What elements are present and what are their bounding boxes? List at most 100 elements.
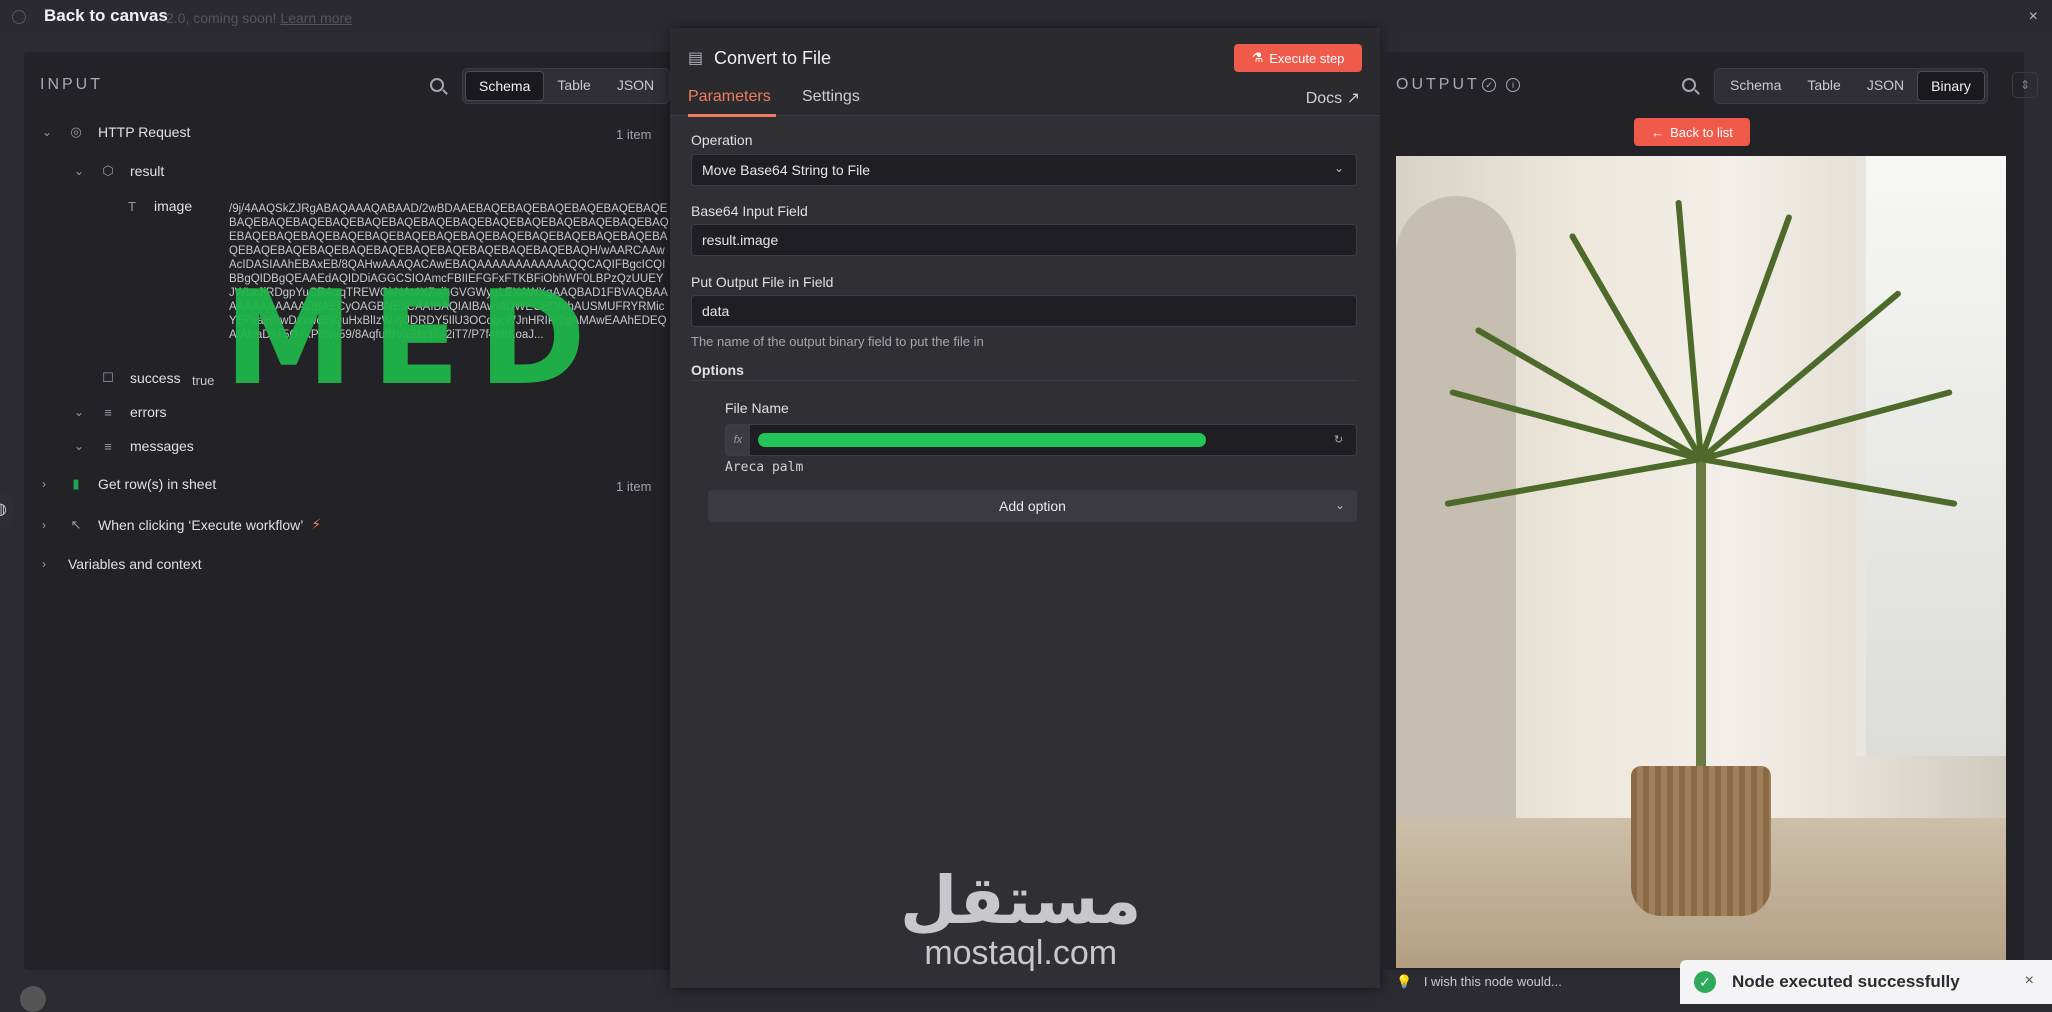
tab-parameters[interactable]: Parameters [688, 88, 771, 106]
globe-icon[interactable]: ◍ [0, 492, 14, 528]
success-value: true [192, 373, 215, 388]
external-link-icon: ↗ [1346, 90, 1360, 107]
operation-label: Operation [691, 132, 753, 148]
docs-label: Docs [1305, 90, 1343, 107]
tree-label: messages [130, 438, 194, 454]
wicker-pot [1631, 766, 1771, 916]
watermark-arabic: مستقل [900, 862, 1142, 939]
output-field-hint: The name of the output binary field to p… [691, 334, 984, 349]
check-circle-icon: ✓ [1482, 78, 1496, 92]
feedback-prompt[interactable]: 💡 I wish this node would... [1396, 974, 1562, 990]
tree-variables[interactable]: › Variables and context [42, 556, 202, 572]
base64-input-field[interactable]: result.image [691, 224, 1357, 256]
reset-icon[interactable]: ↻ [1334, 433, 1350, 449]
success-toast: ✓ Node executed successfully × [1680, 960, 2052, 1004]
text-type-icon: T [128, 198, 136, 214]
info-icon [12, 10, 26, 24]
file-name-preview: Areca palm [725, 460, 804, 475]
add-option-label: Add option [999, 498, 1066, 514]
boolean-icon: ☐ [102, 370, 114, 385]
item-count: 1 item [616, 127, 652, 142]
mostaql-watermark: مستقل mostaql.com [900, 862, 1142, 972]
tab-underline [688, 114, 776, 117]
base64-field-label: Base64 Input Field [691, 203, 808, 219]
file-icon: ▤ [688, 50, 704, 67]
output-title: OUTPUT [1396, 76, 1480, 93]
output-view-binary[interactable]: Binary [1917, 71, 1985, 101]
tree-get-rows[interactable]: › ▮ Get row(s) in sheet [42, 476, 216, 492]
banner-text: 2.0, coming soon! Learn more [166, 10, 352, 26]
chevron-down-icon: ⌄ [1333, 161, 1344, 175]
tree-when-clicking[interactable]: › ↖ When clicking ‘Execute workflow’ ⚡ [42, 516, 321, 533]
node-title: Convert to File [714, 48, 832, 68]
input-view-schema[interactable]: Schema [465, 71, 545, 101]
close-icon[interactable]: × [2029, 8, 2038, 26]
search-icon[interactable] [430, 78, 444, 92]
chevron-down-icon: ⌄ [42, 125, 53, 139]
lightbulb-icon: 💡 [1396, 974, 1413, 989]
tab-settings[interactable]: Settings [802, 88, 860, 106]
pin-icon[interactable]: ⇕ [2012, 72, 2038, 98]
close-icon[interactable]: × [2025, 972, 2034, 990]
chevron-right-icon: › [42, 517, 46, 532]
output-view-json[interactable]: JSON [1854, 71, 1917, 101]
tree-label: success [130, 370, 181, 386]
watermark-latin: mostaql.com [924, 934, 1118, 972]
input-view-json[interactable]: JSON [604, 71, 667, 101]
list-icon: ≡ [104, 438, 112, 454]
trigger-bolt-icon: ⚡ [311, 516, 322, 532]
execute-step-label: Execute step [1269, 50, 1345, 66]
input-view-switch: Schema Table JSON [462, 68, 671, 104]
output-field-input[interactable]: data [691, 295, 1357, 327]
back-to-list-button[interactable]: ← Back to list [1634, 118, 1750, 146]
palm-trunk [1696, 456, 1706, 776]
tree-success[interactable]: ☐ success [100, 370, 181, 386]
chevron-down-icon: ⌄ [74, 164, 85, 178]
input-panel: INPUT Schema Table JSON ⌄ ◎ HTTP Request… [24, 52, 671, 970]
options-divider [691, 380, 1357, 381]
search-icon[interactable] [1682, 78, 1696, 92]
docs-link[interactable]: Docs ↗ [1306, 88, 1360, 108]
tree-label: Variables and context [68, 556, 202, 572]
options-label: Options [691, 362, 744, 378]
avatar[interactable] [20, 986, 46, 1012]
output-view-switch: Schema Table JSON Binary [1714, 68, 1988, 104]
feedback-text: I wish this node would... [1423, 974, 1562, 989]
add-option-button[interactable]: Add option ⌄ [708, 490, 1357, 522]
tree-http-request[interactable]: ⌄ ◎ HTTP Request [42, 124, 190, 140]
tree-label: Get row(s) in sheet [98, 476, 217, 492]
list-icon: ≡ [104, 404, 112, 420]
window-shape [1856, 156, 2006, 756]
toast-message: Node executed successfully [1732, 972, 1960, 991]
execute-step-button[interactable]: ⚗ Execute step [1234, 44, 1362, 72]
chevron-down-icon: ⌄ [74, 405, 85, 419]
chevron-right-icon: › [42, 477, 46, 491]
file-name-expression-input[interactable]: fx ↻ [725, 424, 1357, 456]
output-field-label: Put Output File in Field [691, 274, 834, 290]
tree-errors[interactable]: ⌄ ≡ errors [74, 404, 167, 420]
tree-label: result [130, 163, 165, 179]
chevron-right-icon: › [42, 557, 46, 571]
sheets-icon: ▮ [72, 476, 80, 491]
input-view-table[interactable]: Table [544, 71, 603, 101]
pointer-icon: ↖ [70, 516, 82, 532]
back-to-canvas-button[interactable]: Back to canvas [44, 6, 168, 26]
tree-image[interactable]: T image [124, 198, 192, 214]
output-view-schema[interactable]: Schema [1717, 71, 1794, 101]
node-header: ▤ Convert to File ⚗ Execute step Paramet… [670, 28, 1380, 117]
redaction-scribble [758, 433, 1206, 447]
input-title: INPUT [40, 76, 103, 93]
tree-result[interactable]: ⌄ ⬡ result [74, 163, 164, 179]
check-icon: ✓ [1694, 971, 1716, 993]
object-icon: ⬡ [102, 163, 114, 178]
output-view-table[interactable]: Table [1794, 71, 1853, 101]
fx-icon: fx [726, 425, 750, 455]
info-icon[interactable]: i [1506, 78, 1520, 92]
tree-label: When clicking ‘Execute workflow’ [98, 516, 304, 533]
flask-icon: ⚗ [1251, 50, 1264, 65]
chevron-down-icon: ⌄ [1334, 498, 1345, 512]
tree-messages[interactable]: ⌄ ≡ messages [74, 438, 194, 454]
learn-more-link[interactable]: Learn more [280, 10, 352, 26]
banner-message: 2.0, coming soon! [166, 10, 277, 26]
operation-select[interactable]: Move Base64 String to File ⌄ [691, 154, 1357, 186]
